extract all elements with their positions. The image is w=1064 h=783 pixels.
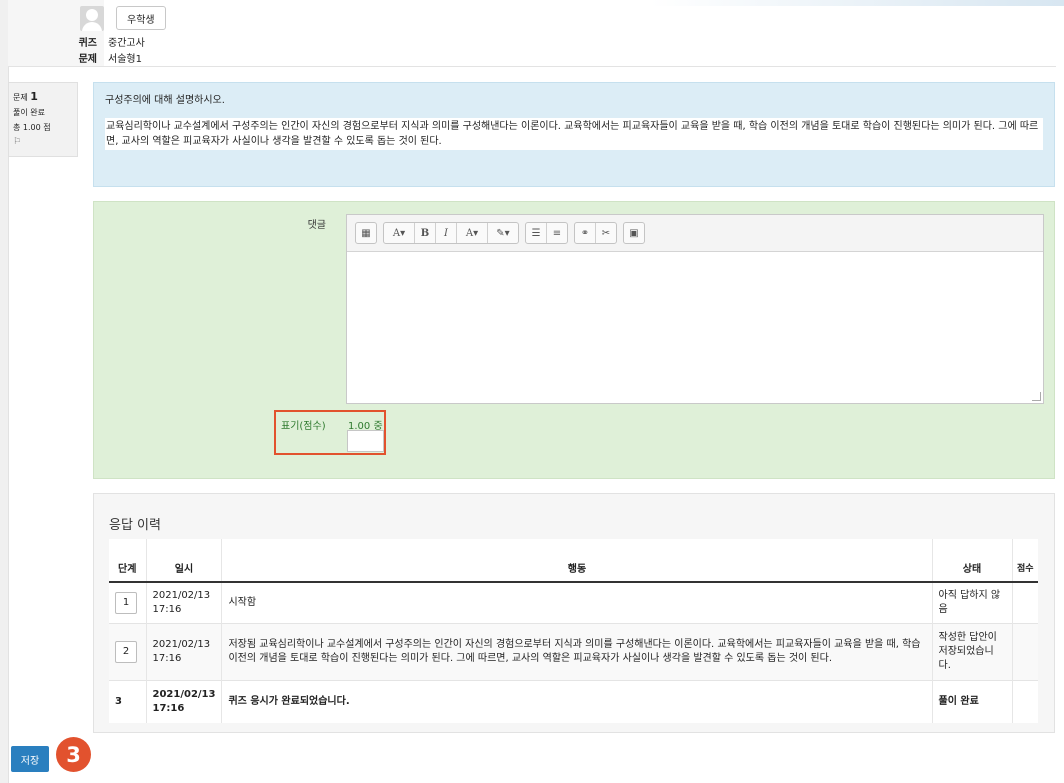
toolbar-group-text: A▾ B I A▾ ✎▾ xyxy=(383,222,519,244)
info-row-quiz: 퀴즈 중간고사 xyxy=(8,33,1056,49)
history-title: 응답 이력 xyxy=(109,518,161,533)
history-table: 단계 일시 행동 상태 점수 1 2021/02/13 17:16 시작함 아직 … xyxy=(109,539,1038,723)
row-step: 3 xyxy=(109,680,147,723)
table-row: 2 2021/02/13 17:16 저장됨 교육심리학이나 교수설계에서 구성주… xyxy=(109,623,1038,681)
step-badge: 3 xyxy=(56,737,91,772)
italic-icon[interactable]: I xyxy=(436,223,457,243)
row-date: 2021/02/13 xyxy=(152,689,216,700)
header-state: 상태 xyxy=(932,539,1013,583)
bullet-list-icon[interactable]: ☰ xyxy=(526,223,547,243)
editor-toolbar: ▦ A▾ B I A▾ ✎▾ ☰ ≡ ⚭ ✂ ▣ xyxy=(347,215,1043,252)
question-state: 풀이 완료 xyxy=(13,108,45,117)
toolbar-group-list: ☰ ≡ xyxy=(525,222,568,244)
resize-handle-icon[interactable] xyxy=(1032,392,1041,401)
row-state: 작성한 답안이 저장되었습니다. xyxy=(932,623,1013,681)
header-score: 점수 xyxy=(1012,539,1038,583)
table-row: 3 2021/02/13 17:16 퀴즈 응시가 완료되었습니다. 풀이 완료 xyxy=(109,680,1038,723)
row-action: 퀴즈 응시가 완료되었습니다. xyxy=(221,680,933,723)
row-date: 2021/02/13 xyxy=(152,639,211,650)
quiz-value: 중간고사 xyxy=(108,37,145,49)
row-score xyxy=(1012,581,1038,624)
question-text-panel: 구성주의에 대해 설명하시오. 교육심리학이나 교수설계에서 구성주의는 인간이… xyxy=(93,82,1055,187)
comment-editor[interactable]: ▦ A▾ B I A▾ ✎▾ ☰ ≡ ⚭ ✂ ▣ xyxy=(346,214,1044,404)
font-style-icon[interactable]: A▾ xyxy=(384,223,415,243)
link-icon[interactable]: ⚭ xyxy=(575,223,596,243)
question-label: 문제 xyxy=(8,49,104,66)
save-button[interactable]: 저장 xyxy=(11,746,49,772)
question-prefix: 문제 xyxy=(13,93,28,102)
header-date: 일시 xyxy=(146,539,223,583)
image-icon[interactable]: ▣ xyxy=(624,223,644,243)
attempt-info-table: 우학생 퀴즈 중간고사 문제 서술형1 xyxy=(8,0,1056,67)
row-action: 저장됨 교육심리학이나 교수설계에서 구성주의는 인간이 자신의 경험으로부터 … xyxy=(221,623,933,681)
row-score xyxy=(1012,623,1038,681)
mark-input[interactable] xyxy=(347,430,384,452)
step-button[interactable]: 2 xyxy=(115,641,137,663)
row-time: 17:16 xyxy=(152,604,182,615)
question-prompt: 구성주의에 대해 설명하시오. xyxy=(105,95,225,106)
question-marks: 총 1.00 점 xyxy=(13,123,51,132)
comment-panel: 댓글 ▦ A▾ B I A▾ ✎▾ ☰ ≡ ⚭ ✂ ▣ 표기(점수) 1.00 … xyxy=(93,201,1055,479)
unlink-icon[interactable]: ✂ xyxy=(596,223,616,243)
numbered-list-icon[interactable]: ≡ xyxy=(547,223,567,243)
comment-label: 댓글 xyxy=(307,220,326,231)
student-answer: 교육심리학이나 교수설계에서 구성주의는 인간이 자신의 경험으로부터 지식과 … xyxy=(105,118,1043,150)
quiz-label: 퀴즈 xyxy=(8,33,104,49)
question-info-box: 문제 1 풀이 완료 총 1.00 점 ⚐ xyxy=(8,82,78,157)
row-score xyxy=(1012,680,1038,723)
toolbar-group-image: ▣ xyxy=(623,222,645,244)
mark-label: 표기(점수) xyxy=(281,421,326,432)
font-color-icon[interactable]: A▾ xyxy=(457,223,488,243)
header-step: 단계 xyxy=(109,539,147,583)
user-name-button[interactable]: 우학생 xyxy=(116,6,166,30)
bold-icon[interactable]: B xyxy=(415,223,436,243)
row-date: 2021/02/13 xyxy=(152,590,211,601)
toolbar-toggle-icon[interactable]: ▦ xyxy=(356,223,376,243)
question-number-line: 문제 1 xyxy=(13,89,73,105)
row-time: 17:16 xyxy=(152,653,182,664)
history-header-row: 단계 일시 행동 상태 점수 xyxy=(109,539,1038,583)
question-number: 1 xyxy=(30,90,38,103)
flag-icon[interactable]: ⚐ xyxy=(13,135,73,150)
toolbar-group-toggle: ▦ xyxy=(355,222,377,244)
response-history-panel: 응답 이력 단계 일시 행동 상태 점수 1 2021/02/13 17:16 시… xyxy=(93,493,1055,733)
header-action: 행동 xyxy=(221,539,933,583)
row-time: 17:16 xyxy=(152,703,185,714)
info-row-question: 문제 서술형1 xyxy=(8,49,1056,66)
background-color-icon[interactable]: ✎▾ xyxy=(488,223,518,243)
row-state: 아직 답하지 않음 xyxy=(932,581,1013,624)
mark-highlight-box: 표기(점수) 1.00 중 xyxy=(274,410,386,455)
user-avatar-icon xyxy=(80,6,104,31)
row-action: 시작함 xyxy=(221,581,933,624)
table-row: 1 2021/02/13 17:16 시작함 아직 답하지 않음 xyxy=(109,581,1038,624)
question-value: 서술형1 xyxy=(108,54,142,65)
step-button[interactable]: 1 xyxy=(115,592,137,614)
toolbar-group-link: ⚭ ✂ xyxy=(574,222,617,244)
row-state: 풀이 완료 xyxy=(932,680,1013,723)
